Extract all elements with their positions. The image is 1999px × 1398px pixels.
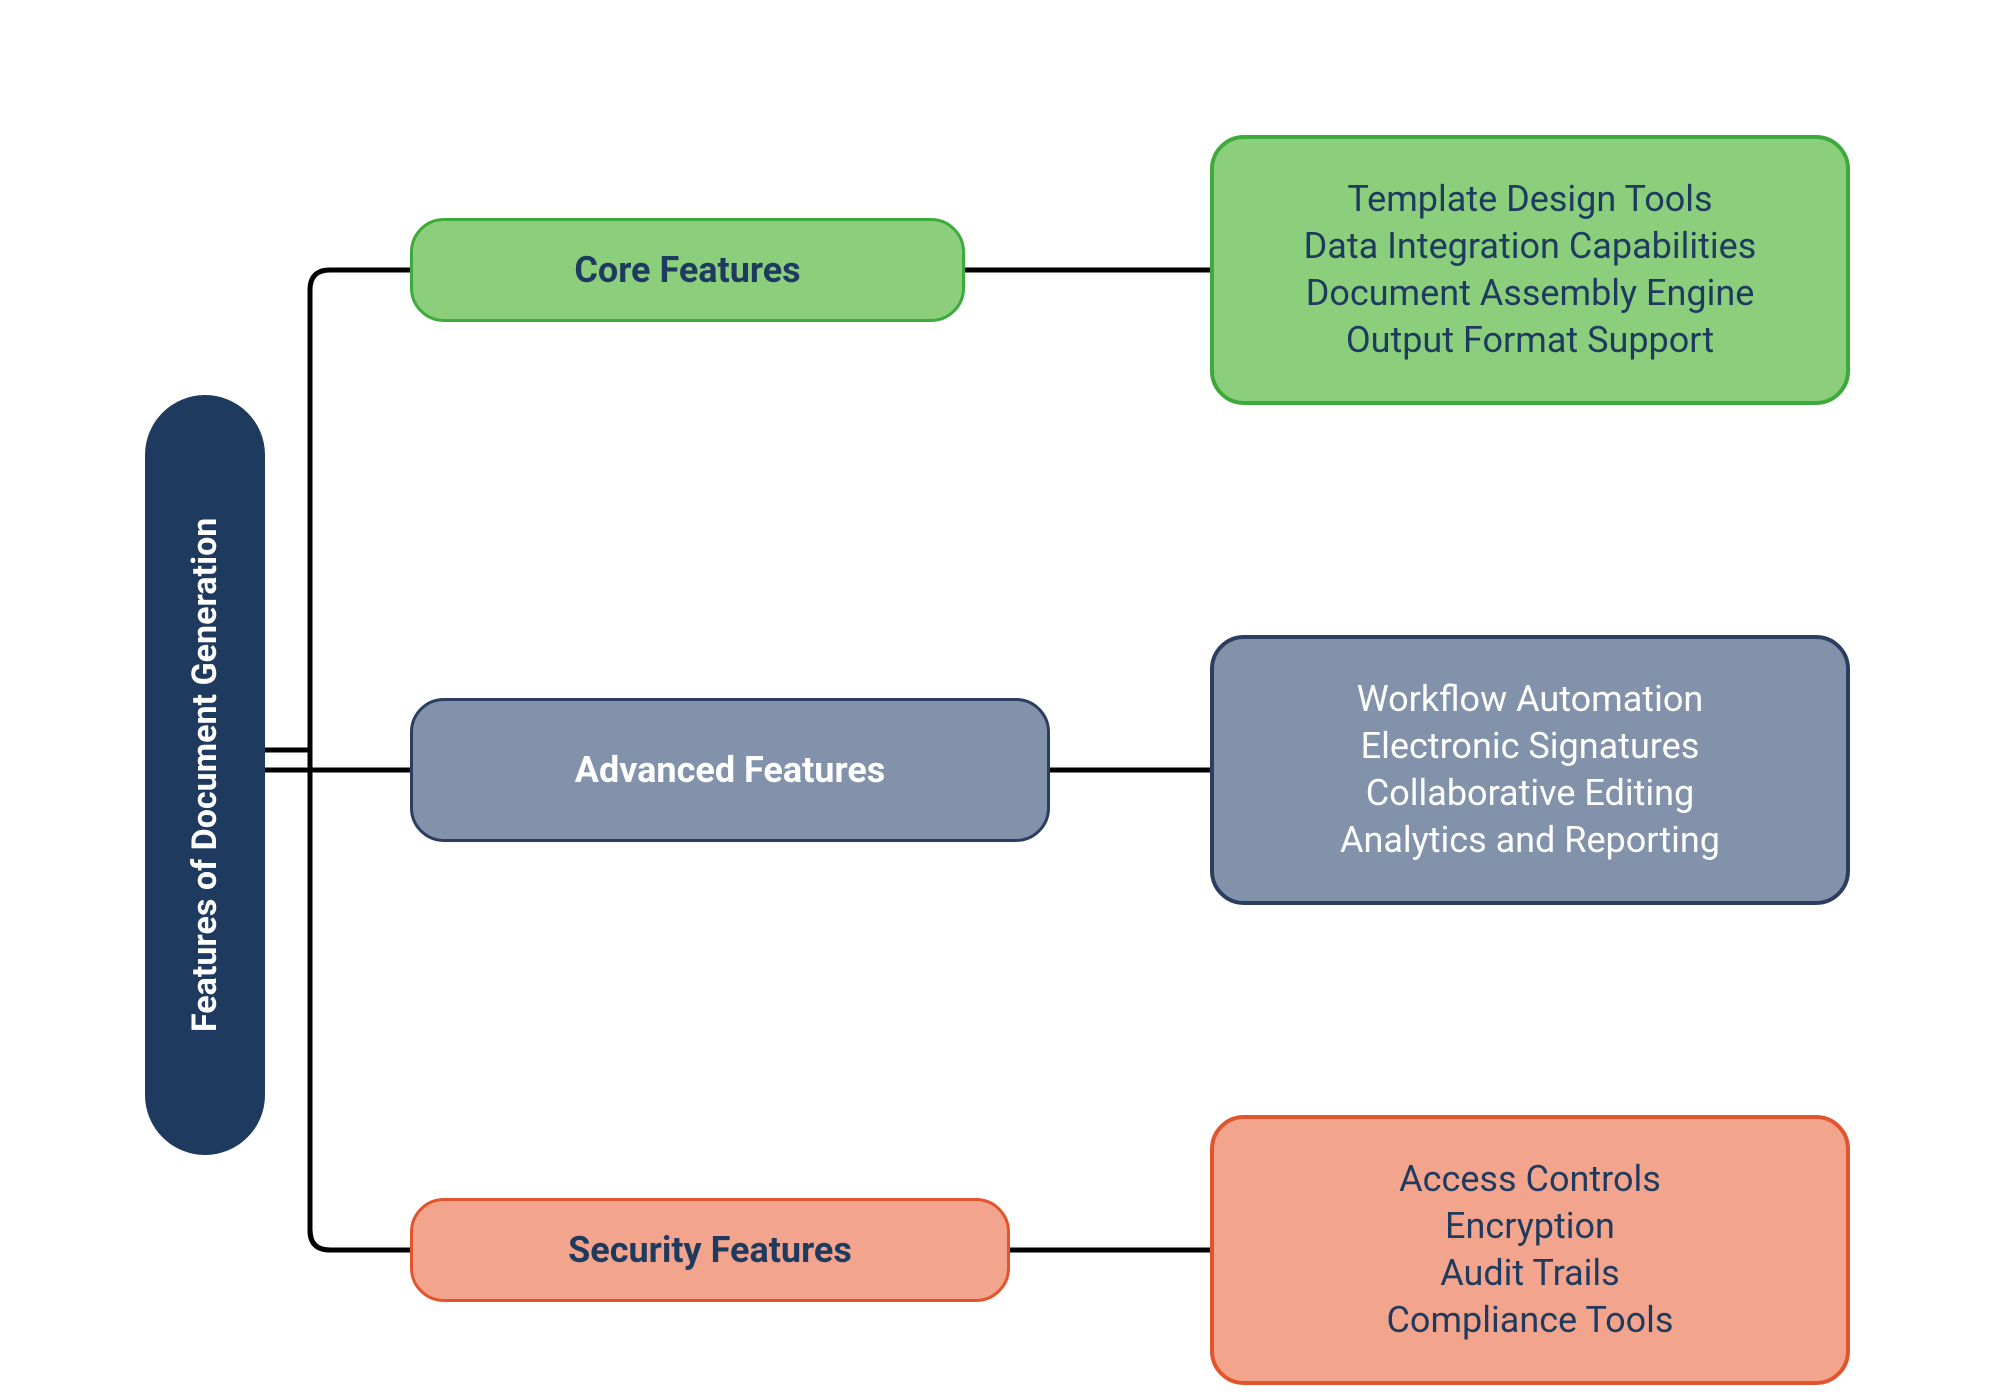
branch-core-features: Core Features — [410, 218, 965, 322]
leaf-item: Document Assembly Engine — [1306, 270, 1755, 317]
leaf-item: Data Integration Capabilities — [1304, 223, 1757, 270]
leaf-item: Access Controls — [1399, 1156, 1661, 1203]
diagram-canvas: Features of Document Generation Core Fea… — [0, 0, 1999, 1398]
leaf-item: Output Format Support — [1346, 317, 1714, 364]
leaf-item: Audit Trails — [1440, 1250, 1620, 1297]
root-node: Features of Document Generation — [145, 395, 265, 1155]
leaf-item: Compliance Tools — [1386, 1297, 1673, 1344]
branch-advanced-features: Advanced Features — [410, 698, 1050, 842]
leaf-item: Encryption — [1445, 1203, 1615, 1250]
leaf-item: Template Design Tools — [1347, 176, 1712, 223]
branch-security-features: Security Features — [410, 1198, 1010, 1302]
leaf-core-features: Template Design Tools Data Integration C… — [1210, 135, 1850, 405]
leaf-security-features: Access Controls Encryption Audit Trails … — [1210, 1115, 1850, 1385]
leaf-item: Electronic Signatures — [1361, 723, 1700, 770]
leaf-advanced-features: Workflow Automation Electronic Signature… — [1210, 635, 1850, 905]
leaf-item: Collaborative Editing — [1366, 770, 1694, 817]
leaf-item: Analytics and Reporting — [1340, 817, 1720, 864]
leaf-item: Workflow Automation — [1357, 676, 1704, 723]
